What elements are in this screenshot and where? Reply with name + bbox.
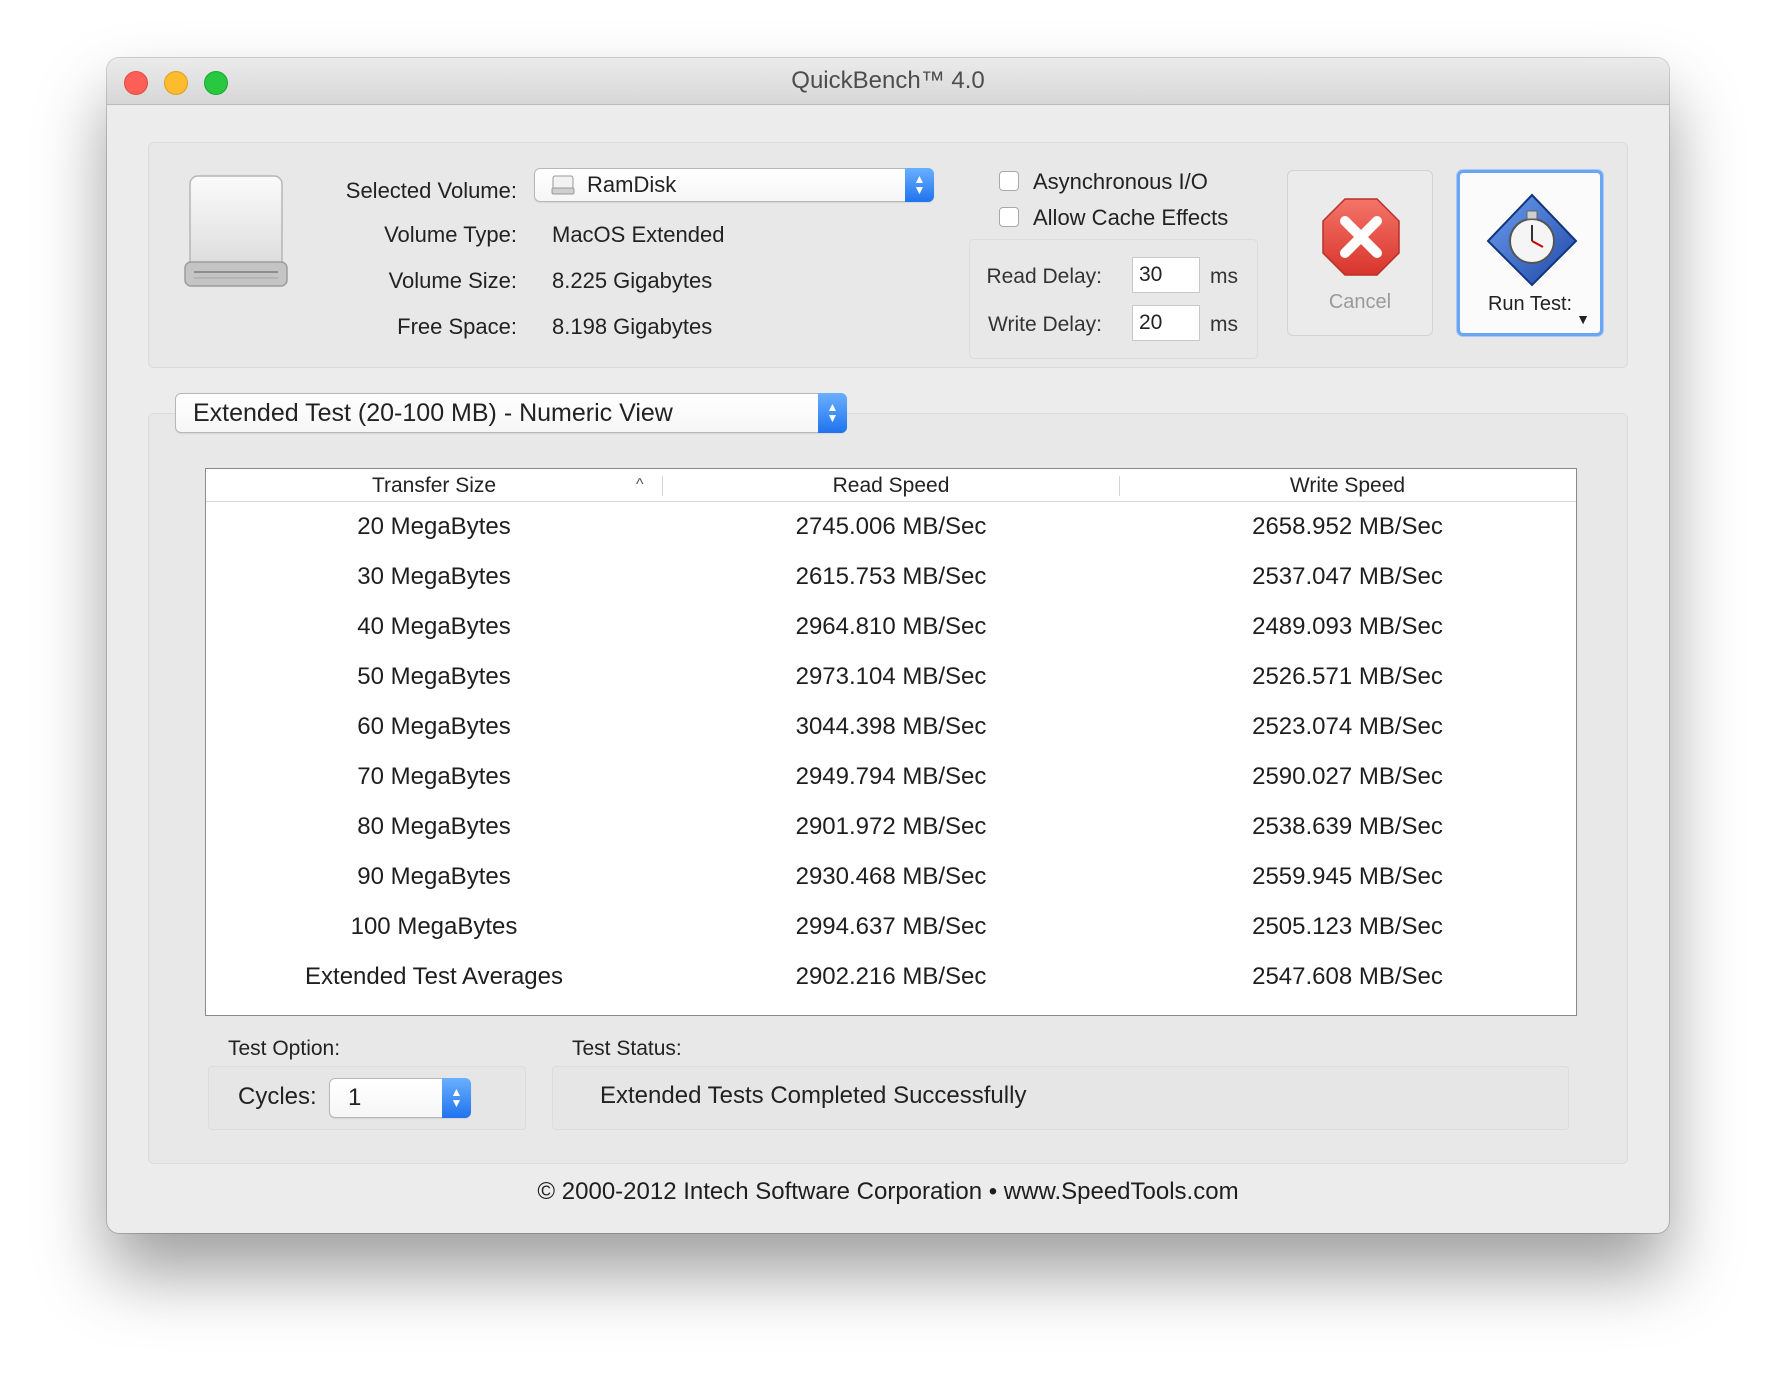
read-speed-cell: 2949.794 MB/Sec xyxy=(795,763,987,790)
read-speed-cell: 3044.398 MB/Sec xyxy=(795,713,987,740)
table-row[interactable]: 60 MegaBytes 3044.398 MB/Sec 2523.074 MB… xyxy=(206,702,1576,752)
column-header-transfer-size[interactable]: Transfer Size xyxy=(206,469,662,501)
volume-size-label: Volume Size: xyxy=(388,268,517,293)
test-status-label: Test Status: xyxy=(572,1037,682,1060)
read-speed-cell: 2901.972 MB/Sec xyxy=(795,813,987,840)
read-speed-cell: 2745.006 MB/Sec xyxy=(795,513,987,540)
transfer-size-cell: Extended Test Averages xyxy=(305,963,563,990)
table-row[interactable]: 20 MegaBytes 2745.006 MB/Sec 2658.952 MB… xyxy=(206,502,1576,552)
table-row[interactable]: 80 MegaBytes 2901.972 MB/Sec 2538.639 MB… xyxy=(206,802,1576,852)
app-window: QuickBench™ 4.0 Selected Volume: RamDisk… xyxy=(107,58,1669,1233)
write-speed-cell: 2658.952 MB/Sec xyxy=(1252,513,1443,540)
transfer-size-cell: 90 MegaBytes xyxy=(357,863,511,890)
stepper-arrows-icon: ▲ ▼ xyxy=(905,168,934,202)
title-bar[interactable]: QuickBench™ 4.0 xyxy=(107,58,1669,105)
read-delay-unit: ms xyxy=(1210,265,1238,288)
cancel-button-label: Cancel xyxy=(1328,291,1392,313)
transfer-size-cell: 60 MegaBytes xyxy=(357,713,511,740)
write-speed-cell: 2537.047 MB/Sec xyxy=(1252,563,1443,590)
dropdown-arrow-icon: ▼ xyxy=(1576,311,1590,327)
write-delay-unit: ms xyxy=(1210,313,1238,336)
transfer-size-cell: 80 MegaBytes xyxy=(357,813,511,840)
write-speed-cell: 2526.571 MB/Sec xyxy=(1252,663,1443,690)
minimize-window-button[interactable] xyxy=(164,71,188,95)
stopwatch-icon xyxy=(1484,189,1580,292)
write-delay-label: Write Delay: xyxy=(988,313,1102,336)
table-row[interactable]: 50 MegaBytes 2973.104 MB/Sec 2526.571 MB… xyxy=(206,652,1576,702)
volume-size-value: 8.225 Gigabytes xyxy=(552,268,713,293)
cancel-x-icon xyxy=(1321,197,1401,282)
cancel-button[interactable]: Cancel xyxy=(1287,170,1433,336)
read-speed-cell: 2615.753 MB/Sec xyxy=(795,563,987,590)
transfer-size-cell: 40 MegaBytes xyxy=(357,613,511,640)
copyright-footer: © 2000-2012 Intech Software Corporation … xyxy=(537,1178,1239,1205)
write-speed-cell: 2547.608 MB/Sec xyxy=(1252,963,1443,990)
volume-select[interactable]: RamDisk ▲ ▼ xyxy=(534,168,934,202)
test-option-label: Test Option: xyxy=(228,1037,341,1060)
table-row[interactable]: 90 MegaBytes 2930.468 MB/Sec 2559.945 MB… xyxy=(206,852,1576,902)
read-speed-cell: 2902.216 MB/Sec xyxy=(795,963,987,990)
cache-effects-checkbox[interactable] xyxy=(999,207,1019,227)
volume-type-label: Volume Type: xyxy=(384,222,517,247)
write-speed-cell: 2590.027 MB/Sec xyxy=(1252,763,1443,790)
selected-volume-label: Selected Volume: xyxy=(345,178,517,203)
stepper-arrows-icon: ▲ ▼ xyxy=(818,393,847,433)
transfer-size-cell: 70 MegaBytes xyxy=(357,763,511,790)
read-delay-label: Read Delay: xyxy=(986,265,1102,288)
delay-settings-box xyxy=(969,239,1258,359)
table-row-averages[interactable]: Extended Test Averages 2902.216 MB/Sec 2… xyxy=(206,952,1576,1002)
free-space-value: 8.198 Gigabytes xyxy=(552,314,713,339)
free-space-label: Free Space: xyxy=(397,314,517,339)
table-row[interactable]: 100 MegaBytes 2994.637 MB/Sec 2505.123 M… xyxy=(206,902,1576,952)
table-row[interactable]: 30 MegaBytes 2615.753 MB/Sec 2537.047 MB… xyxy=(206,552,1576,602)
window-title: QuickBench™ 4.0 xyxy=(791,67,985,94)
async-io-label[interactable]: Asynchronous I/O xyxy=(1033,169,1208,195)
read-speed-cell: 2930.468 MB/Sec xyxy=(795,863,987,890)
write-speed-cell: 2538.639 MB/Sec xyxy=(1252,813,1443,840)
cycles-select[interactable]: 1 ▲ ▼ xyxy=(329,1078,471,1118)
transfer-size-cell: 100 MegaBytes xyxy=(350,913,518,940)
table-row[interactable]: 40 MegaBytes 2964.810 MB/Sec 2489.093 MB… xyxy=(206,602,1576,652)
write-speed-cell: 2523.074 MB/Sec xyxy=(1252,713,1443,740)
read-speed-cell: 2964.810 MB/Sec xyxy=(795,613,987,640)
test-view-select-value: Extended Test (20-100 MB) - Numeric View xyxy=(193,399,673,427)
close-window-button[interactable] xyxy=(124,71,148,95)
volume-disk-icon xyxy=(551,175,575,195)
volume-select-value: RamDisk xyxy=(587,172,677,197)
results-table: Transfer Size ^ Read Speed Write Speed 2… xyxy=(205,468,1577,1016)
write-speed-cell: 2559.945 MB/Sec xyxy=(1252,863,1443,890)
drive-icon xyxy=(182,172,290,292)
write-delay-input[interactable]: 20 xyxy=(1132,305,1200,341)
cycles-select-value: 1 xyxy=(348,1084,362,1111)
read-speed-cell: 2973.104 MB/Sec xyxy=(795,663,987,690)
read-delay-input[interactable]: 30 xyxy=(1132,257,1200,293)
read-speed-cell: 2994.637 MB/Sec xyxy=(795,913,987,940)
run-test-button[interactable]: Run Test: ▼ xyxy=(1457,170,1603,336)
write-speed-cell: 2489.093 MB/Sec xyxy=(1252,613,1443,640)
cycles-label: Cycles: xyxy=(238,1083,317,1110)
table-row[interactable]: 70 MegaBytes 2949.794 MB/Sec 2590.027 MB… xyxy=(206,752,1576,802)
table-header: Transfer Size ^ Read Speed Write Speed xyxy=(206,469,1576,502)
transfer-size-cell: 30 MegaBytes xyxy=(357,563,511,590)
sort-ascending-icon: ^ xyxy=(636,476,644,493)
write-speed-cell: 2505.123 MB/Sec xyxy=(1252,913,1443,940)
column-header-write-speed[interactable]: Write Speed xyxy=(1119,469,1576,501)
transfer-size-cell: 20 MegaBytes xyxy=(357,513,511,540)
async-io-checkbox[interactable] xyxy=(999,171,1019,191)
transfer-size-cell: 50 MegaBytes xyxy=(357,663,511,690)
stepper-arrows-icon: ▲ ▼ xyxy=(442,1078,471,1118)
cache-effects-label[interactable]: Allow Cache Effects xyxy=(1033,205,1228,231)
zoom-window-button[interactable] xyxy=(204,71,228,95)
volume-type-value: MacOS Extended xyxy=(552,222,725,247)
test-status-message: Extended Tests Completed Successfully xyxy=(600,1082,1027,1109)
column-header-read-speed[interactable]: Read Speed xyxy=(663,469,1119,501)
test-view-select[interactable]: Extended Test (20-100 MB) - Numeric View… xyxy=(175,393,847,433)
